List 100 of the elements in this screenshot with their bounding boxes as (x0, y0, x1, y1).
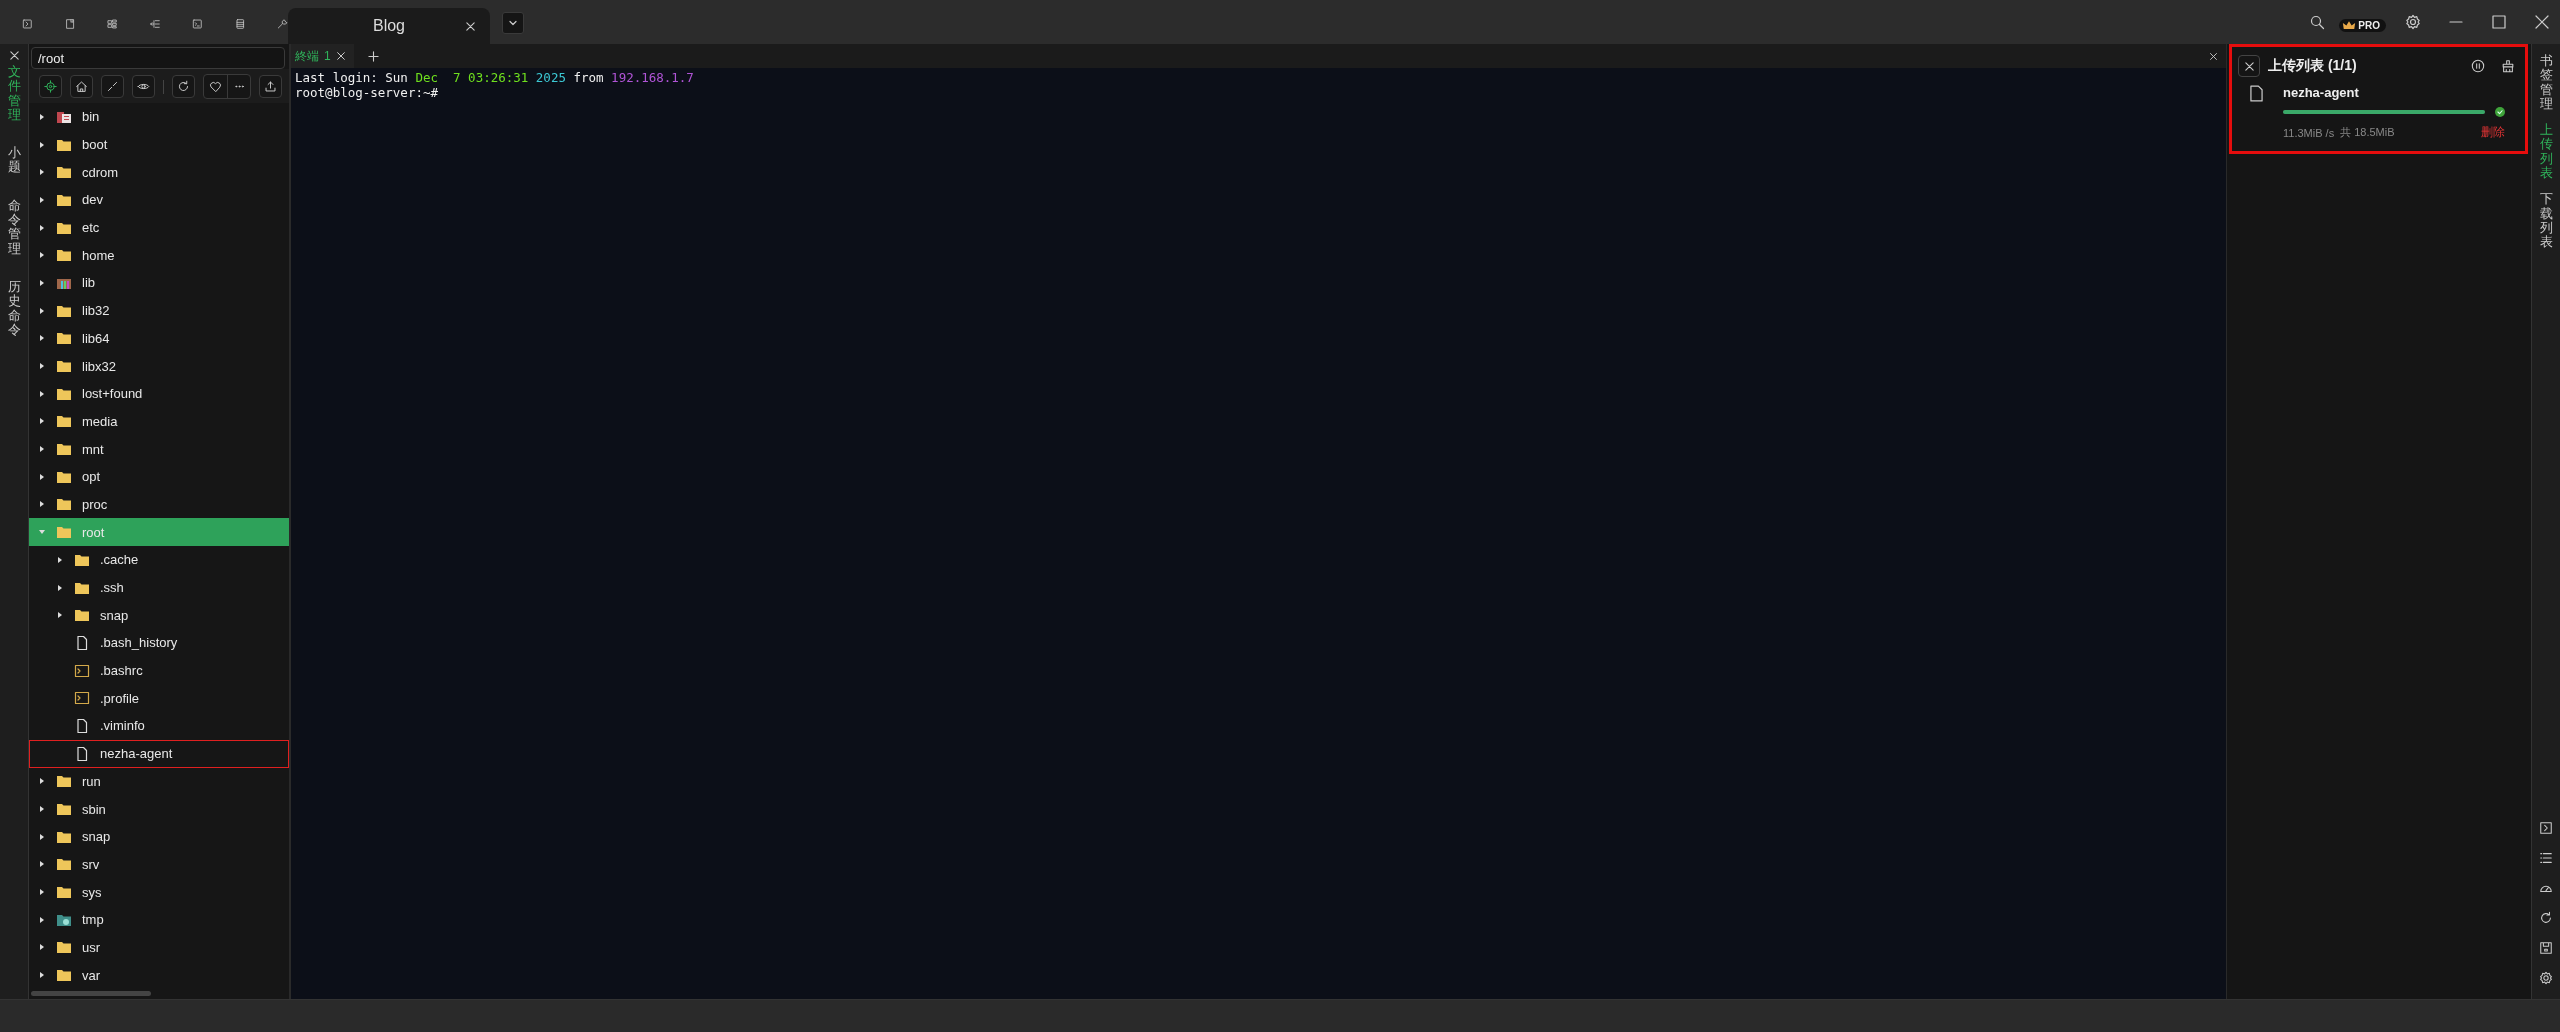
caret-icon[interactable] (38, 445, 46, 454)
close-icon[interactable] (2243, 60, 2255, 72)
tree-item[interactable]: proc (29, 490, 289, 519)
side-tab[interactable]: 文件管理 (7, 65, 21, 123)
side-tab[interactable]: 上传列表 (2539, 123, 2553, 181)
tree-item[interactable]: run (29, 767, 289, 796)
delete-link[interactable]: 删除 (2481, 124, 2505, 141)
tree-item[interactable]: lost+found (29, 379, 289, 408)
tree-item[interactable]: lib64 (29, 324, 289, 353)
tree-item[interactable]: .bashrc (29, 656, 289, 685)
heart-icon[interactable] (209, 80, 222, 93)
upload-button[interactable] (259, 75, 282, 98)
broom-icon[interactable] (2501, 59, 2515, 73)
tree-item[interactable]: bin (29, 103, 289, 131)
collapse-icon[interactable] (106, 80, 119, 93)
caret-icon[interactable] (56, 555, 64, 564)
refresh-button[interactable] (172, 75, 195, 98)
target-icon[interactable] (44, 80, 57, 93)
caret-icon[interactable] (38, 334, 46, 343)
dropdown-button[interactable] (502, 12, 524, 34)
terminal-tab[interactable]: 終端 1 (291, 44, 354, 68)
locate-button[interactable] (39, 75, 62, 98)
caret-icon[interactable] (38, 777, 46, 786)
close-button[interactable] (2238, 55, 2260, 77)
settings-icon[interactable] (2405, 14, 2421, 30)
caret-icon[interactable] (38, 362, 46, 371)
tree-item[interactable]: home (29, 241, 289, 270)
tree-item[interactable]: nezha-agent (29, 739, 289, 768)
caret-icon[interactable] (38, 140, 46, 149)
maximize-icon[interactable] (2491, 14, 2507, 30)
caret-icon[interactable] (38, 112, 46, 121)
tree-item[interactable]: .viminfo (29, 712, 289, 740)
tree-item[interactable]: tmp (29, 905, 289, 934)
side-tab[interactable]: 历史命令 (7, 279, 21, 338)
caret-icon[interactable] (38, 223, 46, 232)
path-field[interactable]: /root (31, 47, 285, 69)
tree-item[interactable]: .profile (29, 684, 289, 713)
tree-item[interactable]: usr (29, 933, 289, 962)
side-tab[interactable]: 小题 (7, 146, 21, 175)
pro-badge[interactable]: PRO (2339, 19, 2386, 32)
list-icon[interactable] (2539, 851, 2553, 865)
document-icon[interactable] (64, 16, 76, 32)
caret-icon[interactable] (38, 417, 46, 426)
caret-icon[interactable] (56, 583, 64, 592)
caret-icon[interactable] (38, 195, 46, 204)
home-icon[interactable] (75, 80, 88, 93)
caret-icon[interactable] (38, 251, 46, 260)
tree-item[interactable]: mnt (29, 435, 289, 463)
scrollbar[interactable] (31, 990, 151, 996)
tree-item[interactable]: var (29, 961, 289, 987)
caret-icon[interactable] (38, 306, 46, 315)
add-tab-icon[interactable] (367, 50, 379, 62)
caret-icon[interactable] (38, 472, 46, 481)
tree-item[interactable]: snap (29, 822, 289, 851)
close-icon[interactable] (2209, 51, 2218, 61)
tree-item[interactable]: snap (29, 601, 289, 630)
pause-icon[interactable] (2471, 59, 2485, 73)
terminal-icon[interactable] (2539, 821, 2553, 835)
caret-icon[interactable] (38, 888, 46, 897)
caret-icon[interactable] (38, 832, 46, 841)
search-icon[interactable] (2309, 14, 2326, 30)
caret-icon[interactable] (38, 860, 46, 869)
save-icon[interactable] (2539, 941, 2553, 955)
close-icon[interactable] (335, 51, 346, 61)
tree-item[interactable]: libx32 (29, 352, 289, 380)
side-tab[interactable]: 书签管理 (2539, 54, 2553, 112)
tree-item[interactable]: .cache (29, 546, 289, 574)
show-hidden-button[interactable] (132, 75, 155, 98)
close-icon[interactable] (8, 50, 20, 61)
caret-icon[interactable] (38, 278, 46, 287)
tree-item[interactable]: dev (29, 186, 289, 214)
tree-item[interactable]: lib32 (29, 296, 289, 325)
tree-item[interactable]: etc (29, 213, 289, 242)
tree-item[interactable]: srv (29, 850, 289, 879)
refresh-icon[interactable] (177, 80, 190, 93)
tree-item[interactable]: sys (29, 878, 289, 906)
tree-item[interactable]: media (29, 407, 289, 436)
server-icon[interactable] (234, 16, 246, 32)
console-icon[interactable] (192, 16, 203, 32)
caret-icon[interactable] (38, 915, 46, 924)
caret-icon[interactable] (38, 500, 46, 509)
caret-icon[interactable] (38, 805, 46, 814)
tree-item[interactable]: opt (29, 462, 289, 491)
caret-icon[interactable] (38, 389, 46, 398)
tree-item[interactable]: .bash_history (29, 629, 289, 657)
close-icon[interactable] (465, 20, 476, 32)
tree-item[interactable]: sbin (29, 795, 289, 823)
caret-icon[interactable] (38, 943, 46, 952)
tree-item[interactable]: cdrom (29, 158, 289, 187)
home-button[interactable] (70, 75, 93, 98)
caret-icon[interactable] (56, 611, 64, 620)
tree-item[interactable]: boot (29, 130, 289, 159)
side-tab[interactable]: 下载列表 (2539, 192, 2553, 250)
tree-item[interactable]: lib (29, 269, 289, 297)
upload-icon[interactable] (264, 80, 277, 93)
session-tab[interactable]: Blog (288, 8, 490, 44)
refresh-icon[interactable] (2539, 911, 2553, 925)
caret-icon[interactable] (38, 971, 46, 980)
grid-icon[interactable] (107, 16, 118, 32)
terminal-screen[interactable]: Last login: Sun Dec 7 03:26:31 2025 from 192.168.1.7 root@blog-server:~# (291, 68, 2226, 999)
